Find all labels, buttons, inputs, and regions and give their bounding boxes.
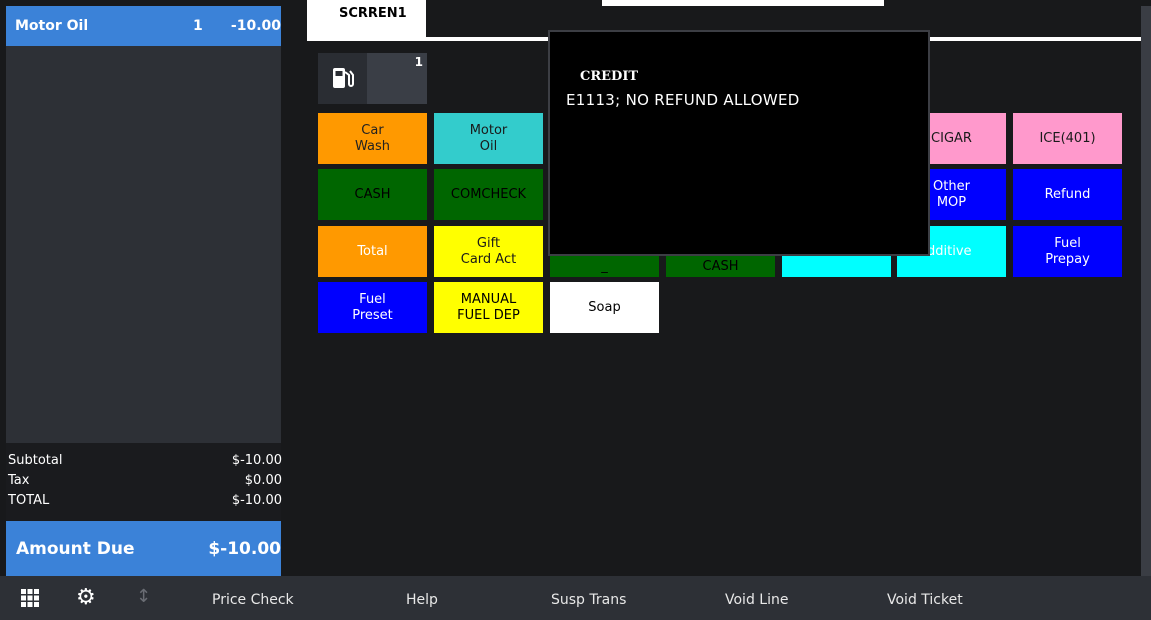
total-button[interactable]: Total bbox=[318, 226, 427, 277]
manual-fuel-dep-button[interactable]: MANUAL FUEL DEP bbox=[434, 282, 543, 333]
amount-due-value: $-10.00 bbox=[208, 539, 281, 559]
comcheck-button[interactable]: COMCHECK bbox=[434, 169, 543, 220]
line-item-qty: 1 bbox=[193, 18, 203, 34]
error-dialog[interactable]: CREDIT E1113; NO REFUND ALLOWED bbox=[548, 30, 930, 256]
fuel-pump-icon-box bbox=[318, 53, 367, 104]
soap-button[interactable]: Soap bbox=[550, 282, 659, 333]
dialog-message: E1113; NO REFUND ALLOWED bbox=[566, 91, 800, 109]
grid-menu-icon[interactable] bbox=[20, 588, 40, 608]
tax-label: Tax bbox=[8, 473, 30, 488]
suspend-transaction-button[interactable]: Susp Trans bbox=[551, 592, 626, 608]
fuel-prepay-button[interactable]: Fuel Prepay bbox=[1013, 226, 1122, 277]
amount-due-label: Amount Due bbox=[16, 539, 135, 559]
ice-401-button[interactable]: ICE(401) bbox=[1013, 113, 1122, 164]
tax-value: $0.00 bbox=[244, 473, 282, 488]
tax-row: Tax $0.00 bbox=[8, 473, 282, 491]
tab-screen1[interactable]: SCRREN1 bbox=[307, 0, 426, 41]
price-check-button[interactable]: Price Check bbox=[212, 592, 294, 608]
line-item-amount: -10.00 bbox=[230, 18, 281, 34]
top-indicator-bar bbox=[602, 0, 884, 6]
motor-oil-button[interactable]: Motor Oil bbox=[434, 113, 543, 164]
subtotal-row: Subtotal $-10.00 bbox=[8, 453, 282, 471]
total-row: TOTAL $-10.00 bbox=[8, 493, 282, 511]
void-line-button[interactable]: Void Line bbox=[725, 592, 788, 608]
bottom-toolbar: ⚙ ↕ Price Check Help Susp Trans Void Lin… bbox=[0, 576, 1151, 620]
total-value: $-10.00 bbox=[231, 493, 282, 508]
ticket-line-item[interactable]: Motor Oil 1 -10.00 bbox=[6, 6, 281, 46]
line-item-name: Motor Oil bbox=[15, 18, 89, 34]
refund-button[interactable]: Refund bbox=[1013, 169, 1122, 220]
totals-section: Subtotal $-10.00 Tax $0.00 TOTAL $-10.00 bbox=[6, 443, 282, 521]
help-button[interactable]: Help bbox=[406, 592, 438, 608]
total-label: TOTAL bbox=[8, 493, 50, 508]
pump-number: 1 bbox=[414, 55, 423, 69]
fuel-pump-icon bbox=[333, 68, 354, 88]
void-ticket-button[interactable]: Void Ticket bbox=[887, 592, 963, 608]
fuel-preset-button[interactable]: Fuel Preset bbox=[318, 282, 427, 333]
ticket-panel: Motor Oil 1 -10.00 Subtotal $-10.00 Tax … bbox=[6, 6, 282, 576]
cash-button[interactable]: CASH bbox=[318, 169, 427, 220]
subtotal-label: Subtotal bbox=[8, 453, 63, 468]
car-wash-button[interactable]: Car Wash bbox=[318, 113, 427, 164]
amount-due-bar: Amount Due $-10.00 bbox=[6, 521, 281, 576]
gear-icon[interactable]: ⚙ bbox=[76, 585, 96, 610]
dialog-title: CREDIT bbox=[580, 69, 639, 84]
right-scroll-strip bbox=[1141, 6, 1151, 576]
subtotal-value: $-10.00 bbox=[231, 453, 282, 468]
tab-label: SCRREN1 bbox=[339, 6, 407, 21]
sort-arrows-icon[interactable]: ↕ bbox=[136, 586, 151, 607]
fuel-pump-button[interactable]: 1 bbox=[318, 53, 427, 104]
gift-card-act-button[interactable]: Gift Card Act bbox=[434, 226, 543, 277]
